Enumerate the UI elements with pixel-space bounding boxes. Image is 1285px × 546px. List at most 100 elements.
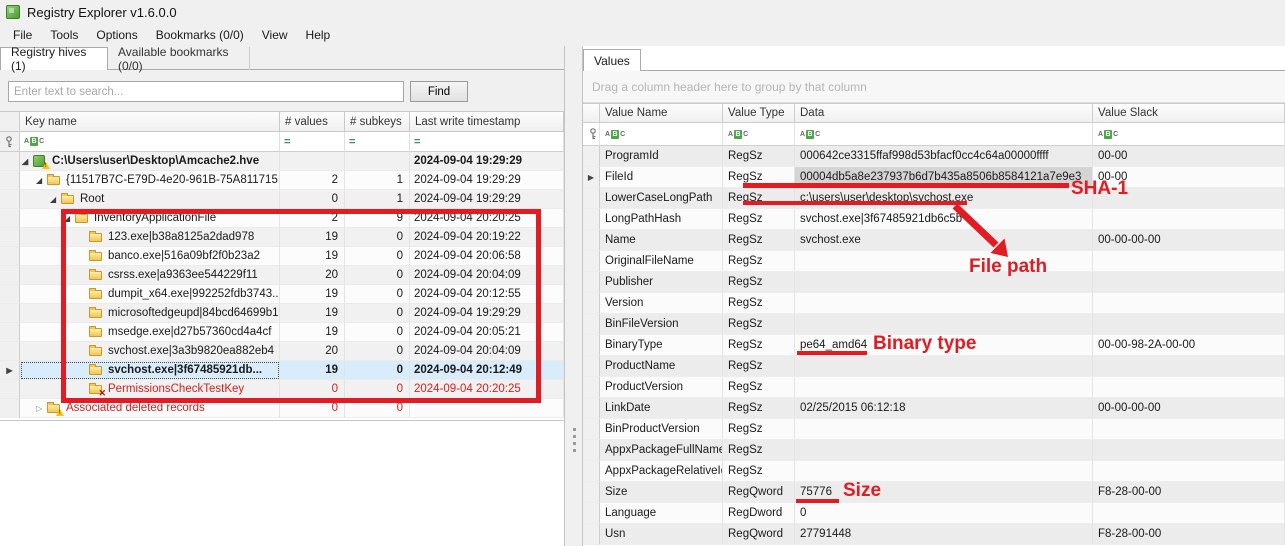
tree-row-svchost-exe-3f67485921db[interactable]: ▶svchost.exe|3f67485921db...1902024-09-0… xyxy=(0,361,564,380)
window-title: Registry Explorer v1.6.0.0 xyxy=(27,5,177,20)
tab-available-bookmarks-0-0[interactable]: Available bookmarks (0/0) xyxy=(108,47,250,70)
value-data-cell xyxy=(795,293,1093,314)
value-row-originalfilename[interactable]: OriginalFileNameRegSz xyxy=(583,251,1285,272)
value-row-programid[interactable]: ProgramIdRegSz000642ce3315ffaf998d53bfac… xyxy=(583,146,1285,167)
values-column-header-value-slack[interactable]: Value Slack xyxy=(1093,103,1285,123)
tree-row-11517b7c-e79d-4e20-961b[interactable]: ◢{11517B7C-E79D-4e20-961B-75A811715...21… xyxy=(0,171,564,190)
value-row-longpathhash[interactable]: LongPathHashRegSzsvchost.exe|3f67485921d… xyxy=(583,209,1285,230)
value-type-cell: RegDword xyxy=(723,503,795,524)
expanded-icon[interactable]: ◢ xyxy=(36,176,47,185)
tree-row-inventoryapplicationfile[interactable]: ◢InventoryApplicationFile292024-09-04 20… xyxy=(0,209,564,228)
tab-values[interactable]: Values xyxy=(583,49,641,71)
value-slack-cell xyxy=(1093,503,1285,524)
expanded-icon[interactable]: ◢ xyxy=(64,214,75,223)
tree-column-header-values[interactable]: # values xyxy=(280,111,345,132)
menu-item-view[interactable]: View xyxy=(253,25,297,45)
tree-last-write-timestamp: 2024-09-04 20:20:25 xyxy=(410,380,564,399)
value-row-linkdate[interactable]: LinkDateRegSz02/25/2015 06:12:1800-00-00… xyxy=(583,398,1285,419)
tree-filter-cell-1[interactable]: = xyxy=(280,132,345,152)
folder-shape xyxy=(89,290,102,299)
menu-item-help[interactable]: Help xyxy=(297,25,340,45)
value-row-version[interactable]: VersionRegSz xyxy=(583,293,1285,314)
tree-row-banco-exe-516a09bf2f0b23[interactable]: banco.exe|516a09bf2f0b23a21902024-09-04 … xyxy=(0,247,564,266)
value-row-lowercaselongpath[interactable]: LowerCaseLongPathRegSzc:\users\user\desk… xyxy=(583,188,1285,209)
value-row-indicator xyxy=(583,398,600,419)
value-name-cell: AppxPackageRelativeId xyxy=(600,461,723,482)
tree-column-header-subkeys[interactable]: # subkeys xyxy=(345,111,410,132)
tree-row-svchost-exe-3a3b9820ea88[interactable]: svchost.exe|3a3b9820ea882eb42002024-09-0… xyxy=(0,342,564,361)
values-filter-indicator xyxy=(583,123,600,146)
value-name-cell: BinaryType xyxy=(600,335,723,356)
panel-splitter[interactable] xyxy=(564,46,583,546)
menu-item-file[interactable]: File xyxy=(4,25,41,45)
tree-row-associated-deleted-recor[interactable]: ▷Associated deleted records00 xyxy=(0,399,564,418)
value-row-fileid[interactable]: ▶FileIdRegSz00004db5a8e237937b6d7b435a85… xyxy=(583,167,1285,188)
collapsed-icon[interactable]: ▷ xyxy=(36,404,47,413)
values-filter-cell-3[interactable]: ABC xyxy=(1093,123,1285,146)
value-type-cell: RegSz xyxy=(723,419,795,440)
value-row-productversion[interactable]: ProductVersionRegSz xyxy=(583,377,1285,398)
tree-row-microsoftedgeupd-84bcd64[interactable]: microsoftedgeupd|84bcd64699b1...1902024-… xyxy=(0,304,564,323)
registry-explorer-window: Registry Explorer v1.6.0.0 FileToolsOpti… xyxy=(0,0,1285,546)
tree-key-name-cell: ◢ {11517B7C-E79D-4e20-961B-75A811715... xyxy=(20,171,280,190)
values-column-header-value-name[interactable]: Value Name xyxy=(600,103,723,123)
tree-filter-cell-0[interactable]: ABC xyxy=(20,132,280,152)
tree-key-name-cell: ◢C:\Users\user\Desktop\Amcache2.hve xyxy=(20,152,280,171)
menu-item-bookmarks-0-0[interactable]: Bookmarks (0/0) xyxy=(147,25,253,45)
value-name-cell: LowerCaseLongPath xyxy=(600,188,723,209)
value-name-cell: ProductName xyxy=(600,356,723,377)
menu-item-options[interactable]: Options xyxy=(87,25,146,45)
tree-last-write-timestamp: 2024-09-04 20:20:25 xyxy=(410,209,564,228)
value-name-cell: Publisher xyxy=(600,272,723,293)
group-by-area[interactable]: Drag a column header here to group by th… xyxy=(583,71,1285,103)
tree-row-123-exe-b38a8125a2dad978[interactable]: 123.exe|b38a8125a2dad9781902024-09-04 20… xyxy=(0,228,564,247)
value-row-appxpackagerelativeid[interactable]: AppxPackageRelativeIdRegSz xyxy=(583,461,1285,482)
search-input[interactable] xyxy=(8,81,404,102)
tree-key-name-cell: 123.exe|b38a8125a2dad978 xyxy=(20,228,280,247)
values-filter-cell-0[interactable]: ABC xyxy=(600,123,723,146)
tree-key-name-cell: ▷Associated deleted records xyxy=(20,399,280,418)
expanded-icon[interactable]: ◢ xyxy=(22,157,33,166)
value-data-cell: pe64_amd64 xyxy=(795,335,1093,356)
tree-column-header-last-write-timestamp[interactable]: Last write timestamp xyxy=(410,111,564,132)
value-row-publisher[interactable]: PublisherRegSz xyxy=(583,272,1285,293)
tree-row-permissionschecktestkey[interactable]: ✕PermissionsCheckTestKey002024-09-04 20:… xyxy=(0,380,564,399)
tree-subkeys-count: 1 xyxy=(345,190,410,209)
values-filter-row[interactable]: ABCABCABCABC xyxy=(583,123,1285,146)
menu-item-tools[interactable]: Tools xyxy=(41,25,87,45)
values-filter-cell-1[interactable]: ABC xyxy=(723,123,795,146)
value-type-cell: RegQword xyxy=(723,524,795,545)
tree-last-write-timestamp: 2024-09-04 20:19:22 xyxy=(410,228,564,247)
find-button[interactable]: Find xyxy=(410,81,468,102)
tree-last-write-timestamp: 2024-09-04 19:29:29 xyxy=(410,190,564,209)
value-data-cell: 000642ce3315ffaf998d53bfacf0cc4c64a00000… xyxy=(795,146,1093,167)
tab-registry-hives-1[interactable]: Registry hives (1) xyxy=(0,47,108,70)
tree-row-msedge-exe-d27b57360cd4a[interactable]: msedge.exe|d27b57360cd4a4cf1902024-09-04… xyxy=(0,323,564,342)
values-column-header-value-type[interactable]: Value Type xyxy=(723,103,795,123)
value-row-name[interactable]: NameRegSzsvchost.exe00-00-00-00 xyxy=(583,230,1285,251)
tree-row-csrss-exe-a9363ee544229f[interactable]: csrss.exe|a9363ee544229f112002024-09-04 … xyxy=(0,266,564,285)
tree-filter-cell-2[interactable]: = xyxy=(345,132,410,152)
tree-key-name: {11517B7C-E79D-4e20-961B-75A811715... xyxy=(66,174,280,186)
tree-row-root[interactable]: ◢Root012024-09-04 19:29:29 xyxy=(0,190,564,209)
expanded-icon[interactable]: ◢ xyxy=(50,195,61,204)
tree-filter-cell-3[interactable]: = xyxy=(410,132,564,152)
values-column-header-data[interactable]: Data xyxy=(795,103,1093,123)
values-filter-cell-2[interactable]: ABC xyxy=(795,123,1093,146)
tree-row-dumpit-x64-exe-992252fdb[interactable]: dumpit_x64.exe|992252fdb3743...1902024-0… xyxy=(0,285,564,304)
value-row-size[interactable]: SizeRegQword75776F8-28-00-00 xyxy=(583,482,1285,503)
value-row-usn[interactable]: UsnRegQword27791448F8-28-00-00 xyxy=(583,524,1285,545)
value-row-binfileversion[interactable]: BinFileVersionRegSz xyxy=(583,314,1285,335)
tree-key-name: dumpit_x64.exe|992252fdb3743... xyxy=(108,288,280,300)
tree-row-c-users-user-desktop-am[interactable]: ◢C:\Users\user\Desktop\Amcache2.hve2024-… xyxy=(0,152,564,171)
value-row-indicator xyxy=(583,146,600,167)
value-row-language[interactable]: LanguageRegDword0 xyxy=(583,503,1285,524)
value-row-binproductversion[interactable]: BinProductVersionRegSz xyxy=(583,419,1285,440)
value-data-cell xyxy=(795,440,1093,461)
value-row-appxpackagefullname[interactable]: AppxPackageFullNameRegSz xyxy=(583,440,1285,461)
value-row-binarytype[interactable]: BinaryTypeRegSzpe64_amd6400-00-98-2A-00-… xyxy=(583,335,1285,356)
folder-icon xyxy=(89,365,104,376)
tree-column-header-key-name[interactable]: Key name xyxy=(20,111,280,132)
value-row-productname[interactable]: ProductNameRegSz xyxy=(583,356,1285,377)
tree-filter-row[interactable]: ABC=== xyxy=(0,132,564,152)
